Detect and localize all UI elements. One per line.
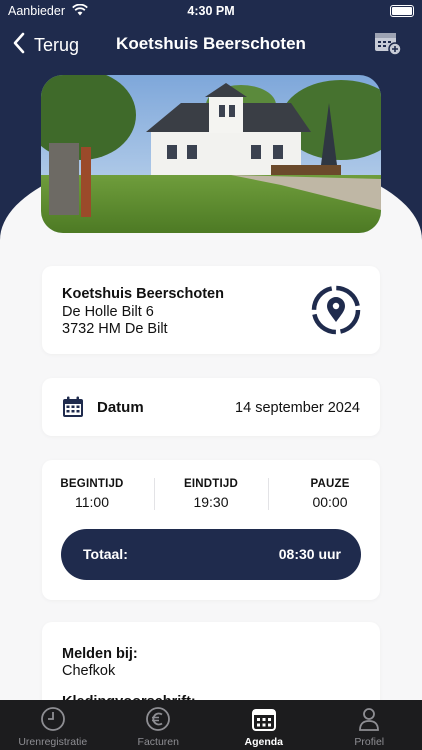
total-value: 08:30 uur bbox=[278, 546, 341, 562]
location-pin-icon bbox=[310, 285, 362, 340]
total-hours-bar: Totaal: 08:30 uur bbox=[61, 529, 361, 580]
date-value: 14 september 2024 bbox=[235, 400, 360, 416]
tab-urenregistratie[interactable]: Urenregistratie bbox=[0, 700, 106, 750]
location-name: Koetshuis Beerschoten bbox=[62, 286, 224, 302]
tab-label: Facturen bbox=[137, 736, 179, 748]
status-bar: Aanbieder 4:30 PM bbox=[0, 0, 422, 24]
date-label: Datum bbox=[97, 399, 144, 416]
navigation-bar: Terug Koetshuis Beerschoten bbox=[0, 28, 422, 60]
start-time: BEGINTIJD 11:00 bbox=[42, 478, 142, 510]
times-card: BEGINTIJD 11:00 EINDTIJD 19:30 PAUZE 00:… bbox=[42, 460, 380, 600]
add-to-calendar-button[interactable] bbox=[374, 30, 402, 61]
end-time: EINDTIJD 19:30 bbox=[161, 478, 261, 510]
page-title: Koetshuis Beerschoten bbox=[116, 34, 306, 53]
start-time-label: BEGINTIJD bbox=[60, 478, 124, 490]
location-address-street: De Holle Bilt 6 bbox=[62, 304, 154, 320]
calendar-add-icon bbox=[374, 33, 402, 60]
tab-facturen[interactable]: Facturen bbox=[106, 700, 212, 750]
divider bbox=[154, 478, 155, 510]
location-card: Koetshuis Beerschoten De Holle Bilt 6 37… bbox=[42, 266, 380, 354]
tab-agenda[interactable]: Agenda bbox=[211, 700, 317, 750]
date-card: Datum 14 september 2024 bbox=[42, 378, 380, 436]
divider bbox=[268, 478, 269, 510]
total-label: Totaal: bbox=[83, 546, 128, 562]
pause-time: PAUZE 00:00 bbox=[280, 478, 380, 510]
location-address-city: 3732 HM De Bilt bbox=[62, 321, 168, 337]
clock-icon bbox=[0, 706, 106, 732]
tab-label: Profiel bbox=[354, 736, 385, 748]
tab-label: Agenda bbox=[244, 736, 283, 748]
pause-value: 00:00 bbox=[312, 494, 348, 510]
tab-bar: Urenregistratie Facturen Agenda Profiel bbox=[0, 700, 422, 750]
pause-label: PAUZE bbox=[310, 478, 350, 490]
report-to-label: Melden bij: bbox=[62, 646, 138, 662]
tab-profiel[interactable]: Profiel bbox=[317, 700, 422, 750]
tab-label: Urenregistratie bbox=[18, 736, 88, 748]
report-to-value: Chefkok bbox=[62, 663, 116, 679]
calendar-icon bbox=[62, 396, 84, 423]
battery-icon bbox=[390, 5, 414, 17]
end-time-value: 19:30 bbox=[193, 494, 229, 510]
euro-icon bbox=[106, 706, 212, 732]
status-time: 4:30 PM bbox=[187, 4, 235, 18]
person-icon bbox=[317, 706, 422, 732]
calendar-icon bbox=[211, 706, 317, 732]
end-time-label: EINDTIJD bbox=[184, 478, 238, 490]
open-map-button[interactable] bbox=[310, 284, 362, 341]
start-time-value: 11:00 bbox=[75, 494, 109, 510]
venue-photo bbox=[41, 75, 381, 233]
